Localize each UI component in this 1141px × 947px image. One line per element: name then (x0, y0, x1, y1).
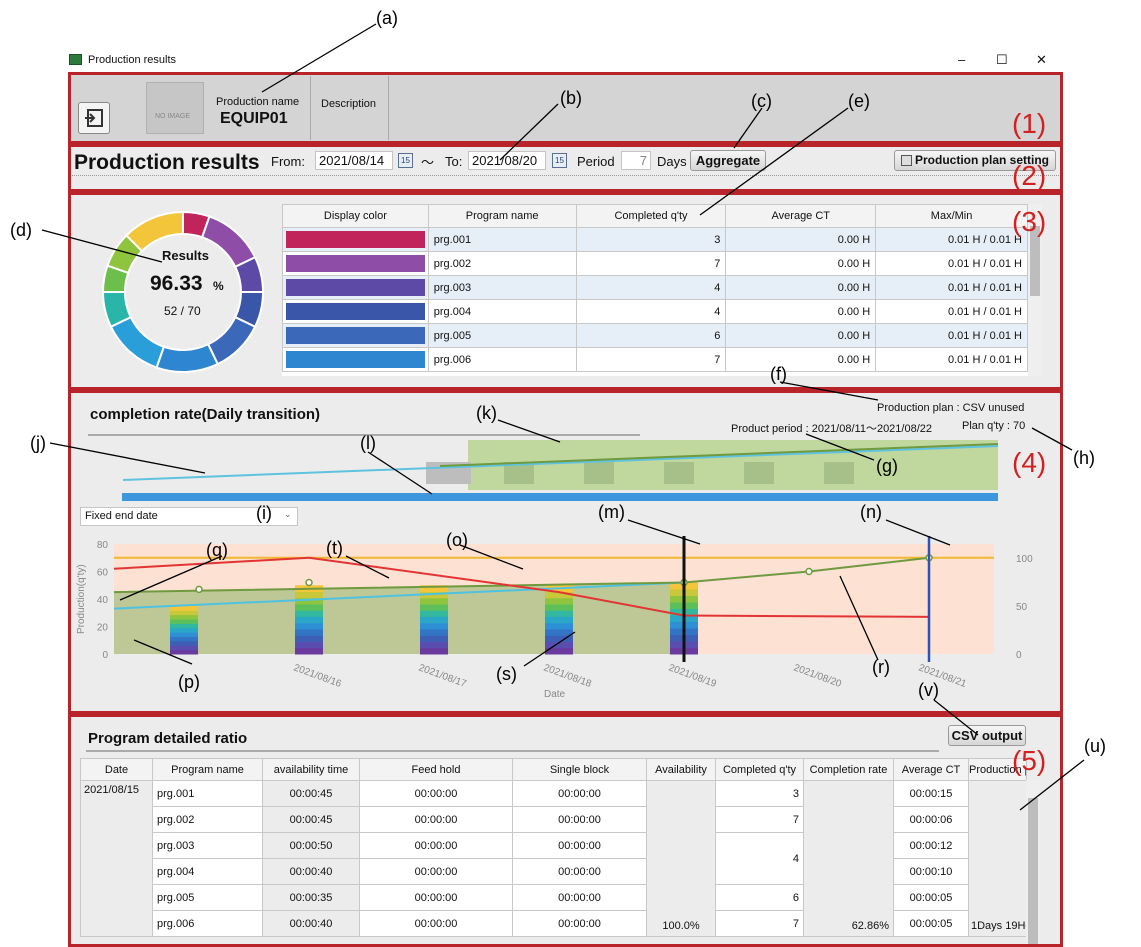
callout-a: (a) (376, 8, 398, 28)
callout-t: (t) (326, 538, 343, 558)
callout-p: (p) (178, 672, 200, 692)
callout-k: (k) (476, 403, 497, 423)
callout-q: (q) (206, 540, 228, 560)
callout-c: (c) (751, 91, 772, 111)
callout-f: (f) (770, 364, 787, 384)
callout-o: (o) (446, 530, 468, 550)
callout-v: (v) (918, 680, 939, 700)
callout-d: (d) (10, 220, 32, 240)
callout-b: (b) (560, 88, 582, 108)
callout-e: (e) (848, 91, 870, 111)
callout-r: (r) (872, 657, 890, 677)
callout-leaders (41, 23, 1085, 811)
callout-m: (m) (598, 502, 625, 522)
callout-s: (s) (496, 664, 517, 684)
callout-n: (n) (860, 502, 882, 522)
callout-g: (g) (876, 456, 898, 476)
callout-j: (j) (30, 433, 46, 453)
callout-l: (l) (360, 433, 376, 453)
callout-u: (u) (1084, 736, 1106, 756)
callout-i: (i) (256, 503, 272, 523)
callout-h: (h) (1073, 448, 1095, 468)
